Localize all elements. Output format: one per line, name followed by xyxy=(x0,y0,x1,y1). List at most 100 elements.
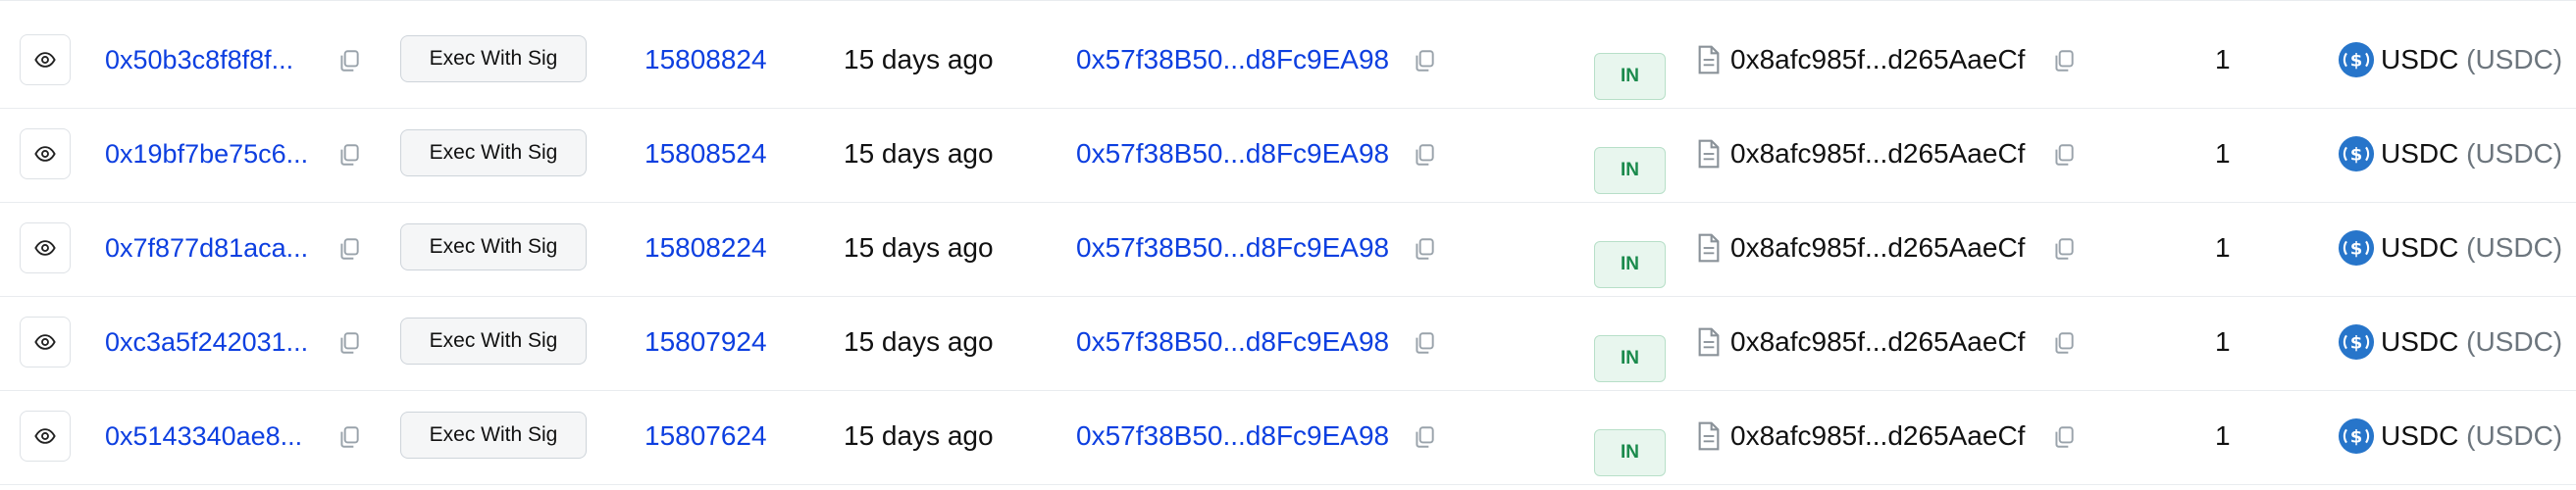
tx-hash-link[interactable]: 0x19bf7be75c6... xyxy=(105,134,323,173)
token-link[interactable]: USDC (USDC) xyxy=(2381,228,2562,268)
direction-badge: IN xyxy=(1594,429,1666,476)
usdc-token-icon: $ xyxy=(2338,323,2375,361)
tx-hash-link[interactable]: 0x7f877d81aca... xyxy=(105,228,323,268)
to-address: 0x8afc985f...d265AaeCf xyxy=(1730,326,2026,357)
direction-badge: IN xyxy=(1594,335,1666,382)
transfer-amount: 1 xyxy=(2215,420,2231,451)
svg-text:$: $ xyxy=(2350,427,2363,448)
from-address-link[interactable]: 0x57f38B50...d8Fc9EA98 xyxy=(1076,416,1389,456)
copy-icon[interactable] xyxy=(2050,141,2078,169)
copy-icon[interactable] xyxy=(2050,329,2078,357)
copy-icon[interactable] xyxy=(335,141,363,169)
tx-hash-link[interactable]: 0x5143340ae8... xyxy=(105,416,323,456)
token-symbol: (USDC) xyxy=(2466,138,2563,169)
document-icon xyxy=(1697,326,1721,358)
transfer-amount: 1 xyxy=(2215,138,2231,169)
tx-age: 15 days ago xyxy=(844,232,994,263)
copy-icon[interactable] xyxy=(335,423,363,451)
block-number-link[interactable]: 15807624 xyxy=(644,416,767,456)
method-badge: Exec With Sig xyxy=(400,318,587,365)
method-badge: Exec With Sig xyxy=(400,223,587,270)
copy-icon[interactable] xyxy=(1411,423,1438,451)
from-address-link[interactable]: 0x57f38B50...d8Fc9EA98 xyxy=(1076,40,1389,79)
copy-icon[interactable] xyxy=(1411,47,1438,74)
transfer-amount: 1 xyxy=(2215,326,2231,357)
view-details-button[interactable] xyxy=(20,411,71,462)
eye-icon xyxy=(34,146,56,162)
view-details-button[interactable] xyxy=(20,222,71,273)
transfer-amount: 1 xyxy=(2215,232,2231,263)
to-address: 0x8afc985f...d265AaeCf xyxy=(1730,232,2026,263)
svg-text:$: $ xyxy=(2350,239,2363,260)
to-address: 0x8afc985f...d265AaeCf xyxy=(1730,138,2026,169)
svg-text:$: $ xyxy=(2350,145,2363,166)
eye-icon xyxy=(34,52,56,68)
view-details-button[interactable] xyxy=(20,317,71,368)
token-name: USDC xyxy=(2381,326,2459,357)
token-name: USDC xyxy=(2381,138,2459,169)
usdc-token-icon: $ xyxy=(2338,229,2375,267)
token-link[interactable]: USDC (USDC) xyxy=(2381,416,2562,456)
direction-badge: IN xyxy=(1594,53,1666,100)
from-address-link[interactable]: 0x57f38B50...d8Fc9EA98 xyxy=(1076,228,1389,268)
token-symbol: (USDC) xyxy=(2466,420,2563,451)
token-name: USDC xyxy=(2381,44,2459,74)
tx-age: 15 days ago xyxy=(844,326,994,357)
block-number-link[interactable]: 15808524 xyxy=(644,134,767,173)
table-row: 0xc3a5f242031... Exec With Sig 15807924 … xyxy=(0,297,2576,391)
copy-icon[interactable] xyxy=(2050,47,2078,74)
table-row: 0x5143340ae8... Exec With Sig 15807624 1… xyxy=(0,391,2576,485)
token-link[interactable]: USDC (USDC) xyxy=(2381,322,2562,362)
document-icon xyxy=(1697,138,1721,170)
usdc-token-icon: $ xyxy=(2338,41,2375,78)
copy-icon[interactable] xyxy=(335,235,363,263)
token-name: USDC xyxy=(2381,420,2459,451)
view-details-button[interactable] xyxy=(20,34,71,85)
view-details-button[interactable] xyxy=(20,128,71,179)
copy-icon[interactable] xyxy=(1411,329,1438,357)
copy-icon[interactable] xyxy=(335,47,363,74)
tx-hash-link[interactable]: 0xc3a5f242031... xyxy=(105,322,323,362)
document-icon xyxy=(1697,232,1721,264)
table-row: 0x50b3c8f8f8f... Exec With Sig 15808824 … xyxy=(0,15,2576,109)
method-badge: Exec With Sig xyxy=(400,412,587,459)
eye-icon xyxy=(34,428,56,444)
token-name: USDC xyxy=(2381,232,2459,263)
tx-age: 15 days ago xyxy=(844,44,994,74)
token-symbol: (USDC) xyxy=(2466,44,2563,74)
table-row: 0x7f877d81aca... Exec With Sig 15808224 … xyxy=(0,203,2576,297)
token-symbol: (USDC) xyxy=(2466,326,2563,357)
to-address: 0x8afc985f...d265AaeCf xyxy=(1730,44,2026,74)
direction-badge: IN xyxy=(1594,241,1666,288)
from-address-link[interactable]: 0x57f38B50...d8Fc9EA98 xyxy=(1076,322,1389,362)
token-link[interactable]: USDC (USDC) xyxy=(2381,40,2562,79)
from-address-link[interactable]: 0x57f38B50...d8Fc9EA98 xyxy=(1076,134,1389,173)
table-row: 0x19bf7be75c6... Exec With Sig 15808524 … xyxy=(0,109,2576,203)
token-link[interactable]: USDC (USDC) xyxy=(2381,134,2562,173)
method-badge: Exec With Sig xyxy=(400,35,587,82)
block-number-link[interactable]: 15808824 xyxy=(644,40,767,79)
tx-age: 15 days ago xyxy=(844,420,994,451)
transfer-amount: 1 xyxy=(2215,44,2231,74)
copy-icon[interactable] xyxy=(335,329,363,357)
eye-icon xyxy=(34,334,56,350)
token-symbol: (USDC) xyxy=(2466,232,2563,263)
copy-icon[interactable] xyxy=(1411,141,1438,169)
direction-badge: IN xyxy=(1594,147,1666,194)
token-transfers-table: 0x50b3c8f8f8f... Exec With Sig 15808824 … xyxy=(0,0,2576,490)
copy-icon[interactable] xyxy=(2050,423,2078,451)
svg-text:$: $ xyxy=(2350,333,2363,354)
copy-icon[interactable] xyxy=(2050,235,2078,263)
tx-age: 15 days ago xyxy=(844,138,994,169)
svg-text:$: $ xyxy=(2350,51,2363,72)
block-number-link[interactable]: 15807924 xyxy=(644,322,767,362)
eye-icon xyxy=(34,240,56,256)
method-badge: Exec With Sig xyxy=(400,129,587,176)
copy-icon[interactable] xyxy=(1411,235,1438,263)
block-number-link[interactable]: 15808224 xyxy=(644,228,767,268)
usdc-token-icon: $ xyxy=(2338,417,2375,455)
to-address: 0x8afc985f...d265AaeCf xyxy=(1730,420,2026,451)
tx-hash-link[interactable]: 0x50b3c8f8f8f... xyxy=(105,40,323,79)
usdc-token-icon: $ xyxy=(2338,135,2375,172)
document-icon xyxy=(1697,420,1721,452)
